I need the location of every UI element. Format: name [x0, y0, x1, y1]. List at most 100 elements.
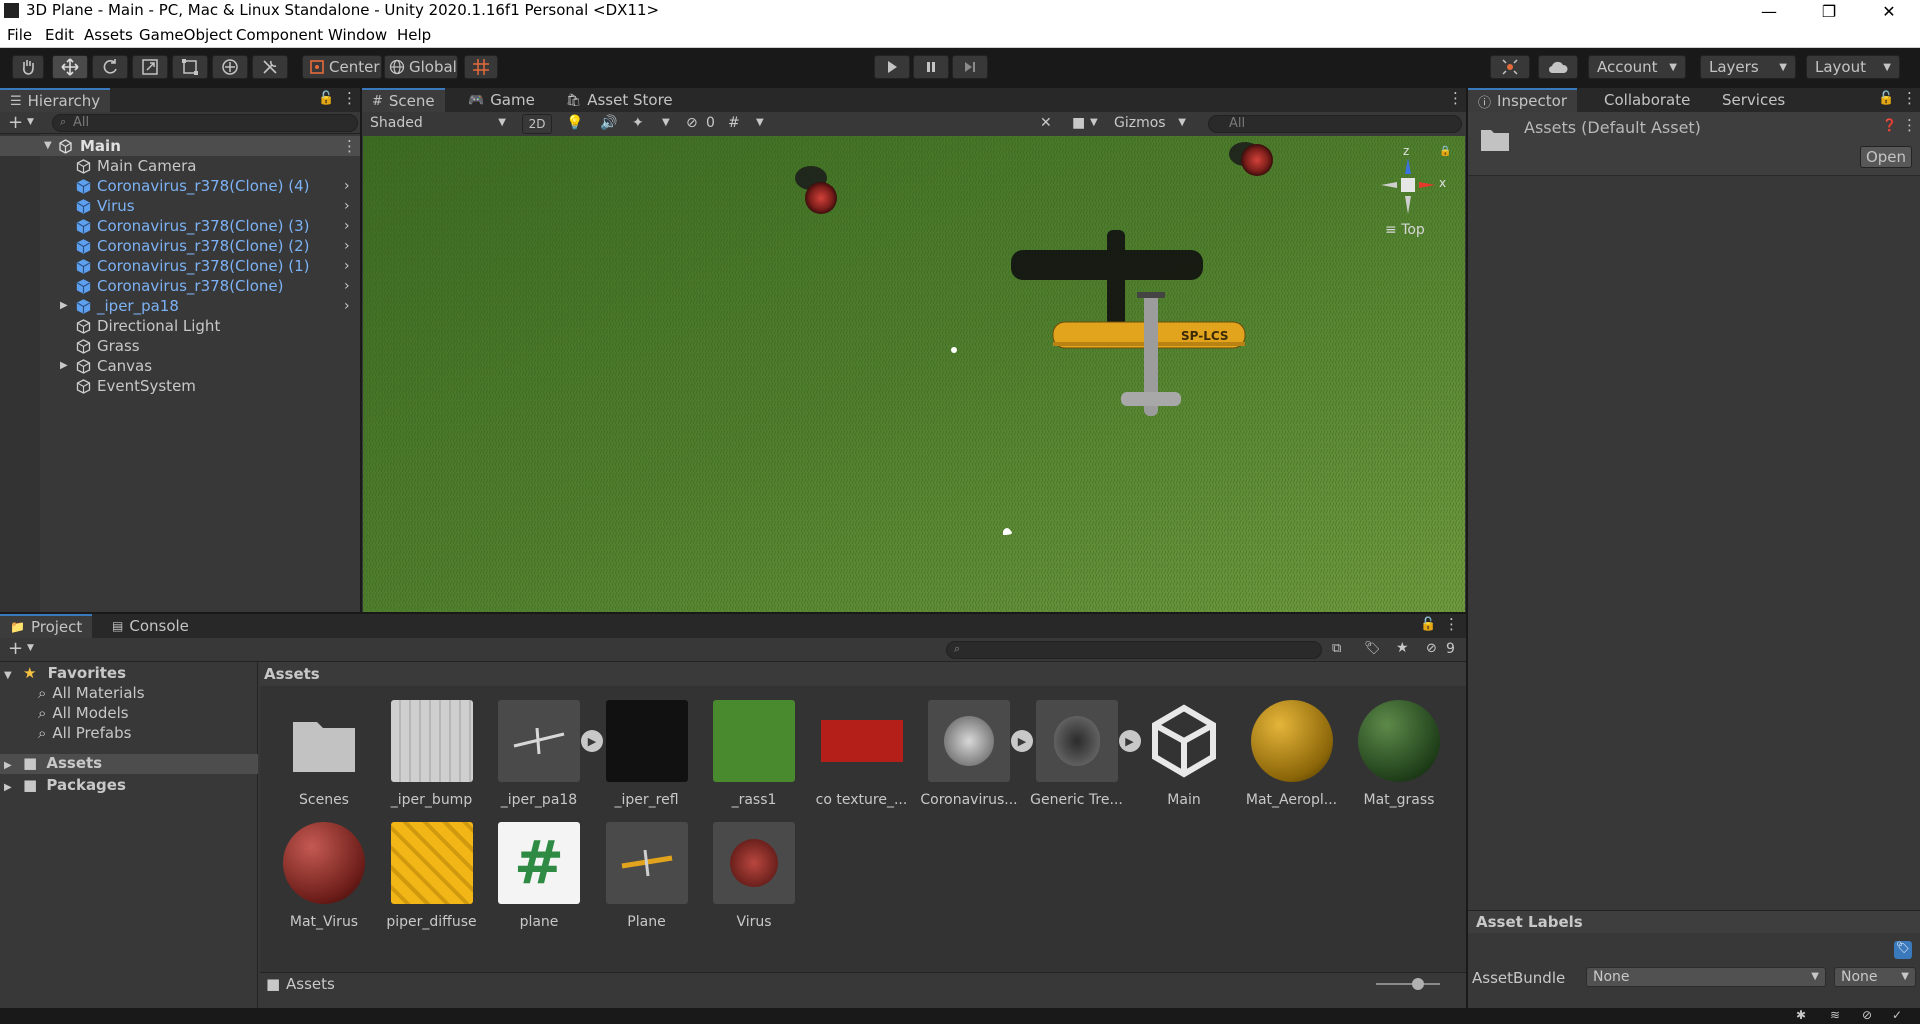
asset-item[interactable]: _rass1	[704, 700, 804, 808]
create-button[interactable]: +	[8, 112, 23, 133]
favorites-row[interactable]: ▼ ★ Favorites	[4, 664, 126, 682]
asset-item[interactable]: _iper_refl	[597, 700, 697, 808]
help-icon[interactable]: ❓	[1882, 118, 1897, 132]
menu-edit[interactable]: Edit	[45, 26, 74, 44]
step-button[interactable]	[952, 55, 988, 79]
project-search-input[interactable]	[946, 641, 1322, 659]
search-by-label-icon[interactable]: 🏷	[1364, 641, 1381, 656]
search-by-type-icon[interactable]: ⧉	[1332, 641, 1341, 656]
hierarchy-item[interactable]: EventSystem	[0, 376, 360, 396]
maximize-button[interactable]: ❐	[1806, 0, 1852, 22]
transform-tool-button[interactable]	[212, 55, 248, 79]
breadcrumb-item[interactable]: Assets	[264, 665, 320, 683]
camera-icon[interactable]: ■	[1072, 115, 1085, 131]
asset-item[interactable]: _iper_bump	[382, 700, 482, 808]
label-tag-icon[interactable]: 🏷	[1894, 941, 1912, 959]
account-dropdown[interactable]: Account ▼	[1588, 55, 1686, 79]
more-menu-icon[interactable]: ⋮	[1444, 615, 1459, 633]
favorite-item[interactable]: ⌕ All Models	[38, 704, 129, 722]
asset-item[interactable]: Virus	[704, 822, 804, 930]
network-icon[interactable]: ≋	[1830, 1008, 1840, 1022]
zoom-slider-handle[interactable]	[1412, 978, 1424, 990]
lock-icon[interactable]: 🔓	[1420, 617, 1436, 632]
chevron-right-icon[interactable]: ›	[344, 276, 350, 296]
hierarchy-item[interactable]: Directional Light	[0, 316, 360, 336]
custom-tool-button[interactable]	[252, 55, 288, 79]
auto-generate-icon[interactable]: ⊘	[1862, 1008, 1872, 1022]
more-menu-icon[interactable]: ⋮	[342, 136, 357, 156]
asset-item[interactable]: co texture_...	[812, 700, 912, 808]
chevron-right-icon[interactable]: ›	[344, 296, 350, 316]
audio-toggle-icon[interactable]: 🔊	[600, 115, 617, 131]
tree-item-assets[interactable]: ▶ ■ Assets	[0, 754, 258, 774]
hierarchy-item[interactable]: ▶ _iper_pa18 ›	[0, 296, 360, 316]
services-button[interactable]	[1490, 55, 1530, 79]
scene-viewport[interactable]: SP-LCS z x 🔒 ≡ Top	[363, 136, 1465, 612]
hidden-packages-icon[interactable]: ⊘	[1426, 641, 1437, 656]
hierarchy-item[interactable]: ▶ Canvas	[0, 356, 360, 376]
asset-item[interactable]: Mat_grass	[1349, 700, 1449, 808]
lock-icon[interactable]: 🔓	[318, 91, 334, 106]
asset-item[interactable]: Plane	[597, 822, 697, 930]
open-button[interactable]: Open	[1860, 146, 1912, 168]
lighting-toggle-icon[interactable]: 💡	[566, 115, 583, 131]
pivot-toggle[interactable]: Center	[302, 55, 382, 79]
chevron-right-icon[interactable]: ▶	[60, 296, 68, 316]
asset-item[interactable]: Mat_Virus	[274, 822, 374, 930]
hierarchy-item[interactable]: Main Camera	[0, 156, 360, 176]
space-toggle[interactable]: Global	[384, 55, 458, 79]
hierarchy-item[interactable]: Coronavirus_r378(Clone) ›	[0, 276, 360, 296]
tab-project[interactable]: 📁 Project	[0, 614, 93, 638]
favorite-item[interactable]: ⌕ All Materials	[38, 684, 145, 702]
rotate-tool-button[interactable]	[92, 55, 128, 79]
tab-inspector[interactable]: ⓘ Inspector	[1468, 88, 1577, 112]
chevron-right-icon[interactable]: ›	[344, 176, 350, 196]
more-menu-icon[interactable]: ⋮	[1902, 89, 1917, 107]
asset-item[interactable]: # plane	[489, 822, 589, 930]
tab-asset-store[interactable]: 🛍 Asset Store	[556, 88, 683, 112]
hierarchy-item[interactable]: Grass	[0, 336, 360, 356]
menu-assets[interactable]: Assets	[84, 26, 133, 44]
menu-window[interactable]: Window	[328, 26, 387, 44]
tree-item-packages[interactable]: ▶ ■ Packages	[4, 776, 126, 794]
scale-tool-button[interactable]	[132, 55, 168, 79]
hierarchy-item[interactable]: Coronavirus_r378(Clone) (3) ›	[0, 216, 360, 236]
chevron-down-icon[interactable]: ▼	[27, 643, 34, 653]
chevron-right-icon[interactable]: ›	[344, 256, 350, 276]
more-menu-icon[interactable]: ⋮	[342, 89, 357, 107]
gizmos-dropdown[interactable]: Gizmos ▼	[1108, 114, 1192, 134]
scene-row[interactable]: ▼ Main ⋮	[0, 136, 360, 156]
tab-services[interactable]: Services	[1712, 88, 1795, 112]
menu-file[interactable]: File	[7, 26, 32, 44]
layers-dropdown[interactable]: Layers ▼	[1700, 55, 1796, 79]
tab-console[interactable]: ▤ Console	[102, 614, 199, 638]
chevron-down-icon[interactable]: ▼	[27, 117, 34, 127]
scene-search-input[interactable]: All	[1208, 115, 1462, 133]
tab-collaborate[interactable]: Collaborate	[1594, 88, 1700, 112]
move-tool-button[interactable]	[52, 55, 88, 79]
chevron-down-icon[interactable]: ▼	[662, 117, 670, 128]
shading-mode-dropdown[interactable]: Shaded ▼	[364, 114, 512, 134]
collab-status-icon[interactable]: ✓	[1892, 1008, 1902, 1022]
hand-tool-button[interactable]	[12, 55, 44, 79]
chevron-down-icon[interactable]: ▼	[756, 117, 764, 128]
menu-gameobject[interactable]: GameObject	[139, 26, 233, 44]
asset-item[interactable]: ▶ _iper_pa18	[489, 700, 603, 808]
asset-item[interactable]: Main	[1134, 700, 1234, 808]
assetbundle-dropdown[interactable]: None ▼	[1586, 967, 1826, 987]
asset-item[interactable]: Mat_Aeropl...	[1242, 700, 1342, 808]
variant-dropdown[interactable]: None ▼	[1834, 967, 1916, 987]
chevron-down-icon[interactable]: ▼	[44, 136, 52, 156]
grid-snap-button[interactable]	[464, 55, 498, 79]
lock-icon[interactable]: 🔒	[1439, 146, 1451, 157]
create-button[interactable]: +	[8, 638, 23, 659]
favorite-star-icon[interactable]: ★	[1396, 640, 1409, 656]
chevron-down-icon[interactable]: ▼	[1090, 117, 1098, 128]
tab-hierarchy[interactable]: ☰ Hierarchy	[0, 88, 111, 112]
rect-tool-button[interactable]	[172, 55, 208, 79]
menu-component[interactable]: Component	[236, 26, 323, 44]
chevron-right-icon[interactable]: ›	[344, 216, 350, 236]
chevron-right-icon[interactable]: ›	[344, 236, 350, 256]
bug-icon[interactable]: ✱	[1796, 1008, 1806, 1022]
menu-help[interactable]: Help	[397, 26, 431, 44]
